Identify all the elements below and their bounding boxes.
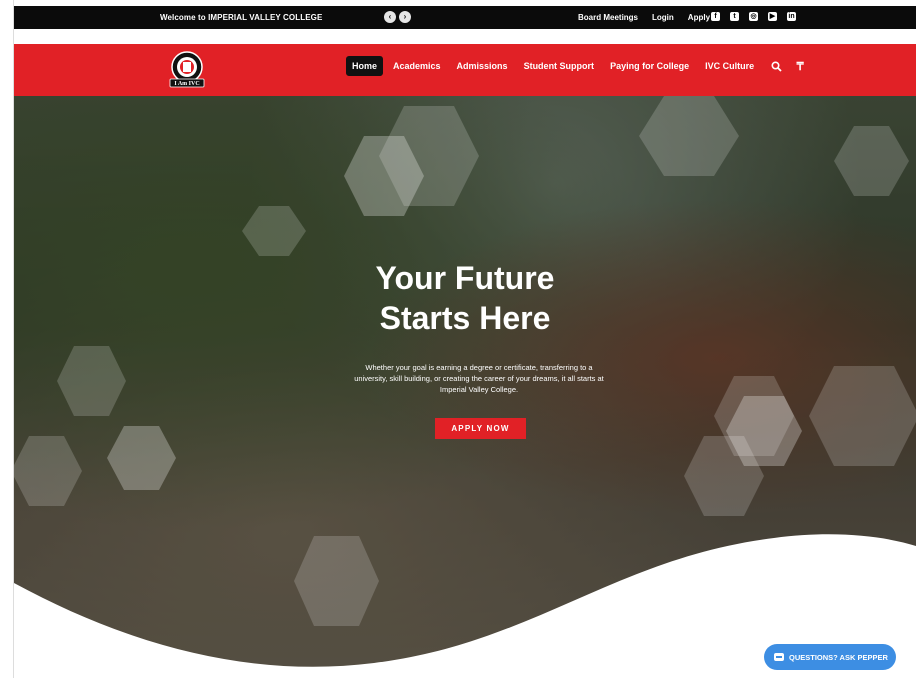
ask-pepper-chat-button[interactable]: QUESTIONS? ASK PEPPER	[764, 644, 896, 670]
top-links: Board Meetings Login Apply	[578, 6, 710, 29]
youtube-icon[interactable]: ▶	[768, 12, 777, 21]
page-frame: Welcome to IMPERIAL VALLEY COLLEGE ‹ › B…	[14, 0, 916, 678]
welcome-text: Welcome to IMPERIAL VALLEY COLLEGE	[160, 13, 323, 22]
hero-subtext: Whether your goal is earning a degree or…	[354, 363, 604, 394]
primary-nav: Home Academics Admissions Student Suppor…	[346, 56, 812, 76]
main-navbar: I Am IVC Home Academics Admissions Stude…	[14, 44, 916, 96]
nav-item-paying-for-college[interactable]: Paying for College	[604, 56, 695, 76]
linkedin-icon[interactable]: in	[787, 12, 796, 21]
translate-icon[interactable]: ₸	[794, 60, 806, 73]
logo-text: I Am IVC	[174, 81, 199, 87]
chatbot-icon	[774, 653, 784, 661]
hero-headline-line2: Starts Here	[379, 300, 551, 336]
chat-label: QUESTIONS? ASK PEPPER	[789, 652, 888, 662]
hero-headline-line1: Your Future	[375, 260, 555, 296]
instagram-icon[interactable]: ◎	[749, 12, 758, 21]
nav-item-ivc-culture[interactable]: IVC Culture	[699, 56, 760, 76]
nav-item-home[interactable]: Home	[346, 56, 384, 76]
top-utility-bar: Welcome to IMPERIAL VALLEY COLLEGE ‹ › B…	[14, 6, 916, 29]
social-links: f t ◎ ▶ in	[711, 12, 796, 21]
previous-arrow-icon[interactable]: ‹	[384, 11, 396, 23]
next-arrow-icon[interactable]: ›	[399, 11, 411, 23]
hero-banner: Your Future Starts Here Whether your goa…	[14, 96, 916, 678]
login-link[interactable]: Login	[652, 6, 674, 29]
board-meetings-link[interactable]: Board Meetings	[578, 6, 638, 29]
nav-item-admissions[interactable]: Admissions	[451, 56, 514, 76]
search-icon[interactable]	[770, 60, 782, 72]
ivc-logo[interactable]: I Am IVC	[164, 50, 210, 90]
hero-headline: Your Future Starts Here	[14, 258, 916, 338]
page-left-gutter	[0, 0, 14, 678]
apply-link[interactable]: Apply	[688, 6, 710, 29]
facebook-icon[interactable]: f	[711, 12, 720, 21]
twitter-icon[interactable]: t	[730, 12, 739, 21]
nav-item-student-support[interactable]: Student Support	[518, 56, 601, 76]
announcement-arrows: ‹ ›	[384, 11, 411, 23]
apply-now-button[interactable]: APPLY NOW	[435, 418, 526, 439]
nav-item-academics[interactable]: Academics	[387, 56, 447, 76]
